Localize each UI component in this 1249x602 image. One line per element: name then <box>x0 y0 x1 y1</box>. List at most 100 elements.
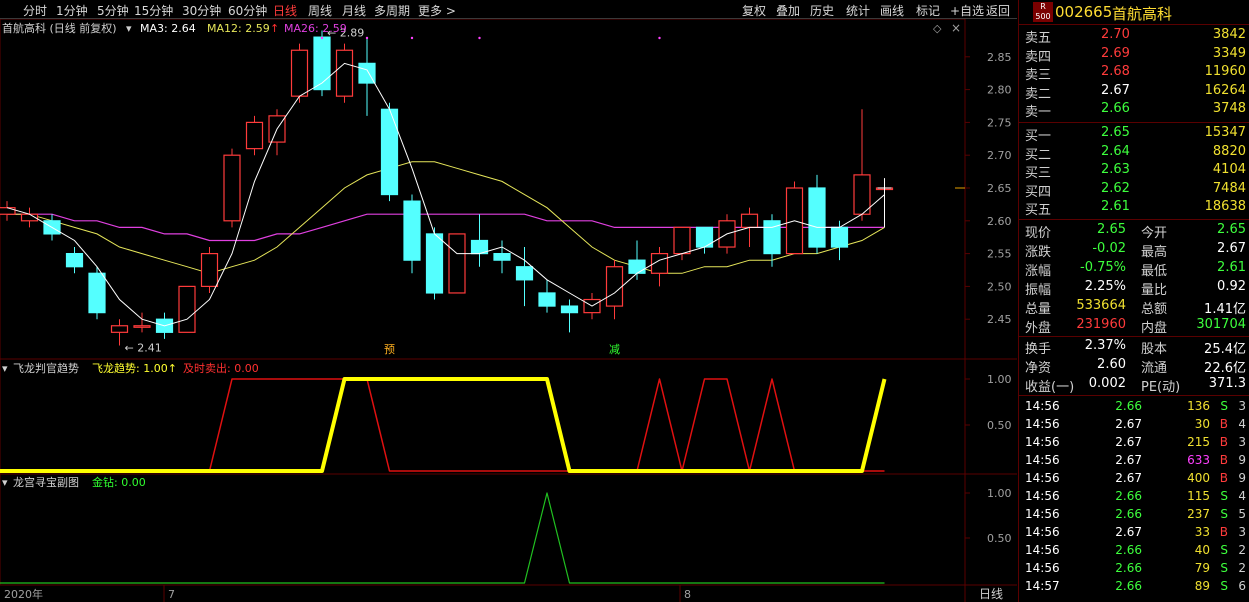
candle-body <box>380 108 399 196</box>
bid-price: 2.61 <box>1101 199 1130 215</box>
day-button[interactable]: 日线 <box>979 587 1003 601</box>
toolbar-action-2[interactable]: 历史 <box>810 2 834 19</box>
toolbar-action-1[interactable]: 叠加 <box>776 2 800 19</box>
sub2-dropdown-icon: ▾ <box>2 476 8 489</box>
ask-price: 2.70 <box>1101 27 1130 42</box>
stats-row: 涨跌 -0.02 最高 2.67 <box>1019 240 1249 260</box>
stat-value: 533664 <box>1076 298 1126 313</box>
candle-body <box>88 272 106 314</box>
candle-body <box>290 49 309 97</box>
candle-body <box>448 233 466 294</box>
tick-volume: 89 <box>1194 579 1210 593</box>
tick-row[interactable]: 14:57 2.66 89 S 6 <box>1019 578 1249 596</box>
sell-line <box>0 378 885 472</box>
ask-label: 卖一 <box>1025 105 1052 121</box>
tick-row[interactable]: 14:56 2.67 400 B 9 <box>1019 470 1249 488</box>
sub2-legend-name: 龙宫寻宝副图 <box>13 475 79 489</box>
candle-body <box>853 174 871 215</box>
kline-chart[interactable]: 2.85 2.80 2.75 2.70 2.65 2.60 2.55 2.50 2.45 ← 2.… <box>0 19 1017 602</box>
ask-price: 2.66 <box>1101 101 1130 117</box>
ask-label: 卖五 <box>1025 31 1052 46</box>
period-1[interactable]: 1分钟 <box>56 2 88 19</box>
period-toolbar: 分时 1分钟 5分钟 15分钟 30分钟 60分钟 日线 周线 月线 多周期 更多 > 复权 叠加 历史统… <box>0 0 1017 19</box>
stat-label: 总量 <box>1025 302 1052 317</box>
candle-body <box>808 187 826 248</box>
period-4[interactable]: 30分钟 <box>182 2 221 19</box>
stock-code: 002665 <box>1055 3 1113 21</box>
toolbar-action-0[interactable]: 复权 <box>742 2 766 19</box>
stat-label: 总额 <box>1141 302 1168 317</box>
bid-price: 2.62 <box>1101 180 1130 196</box>
period-7[interactable]: 周线 <box>308 2 332 19</box>
tick-side: S <box>1220 399 1228 413</box>
tick-count: 4 <box>1238 417 1246 431</box>
bid-row: 买五 2.61 18638 <box>1019 198 1249 218</box>
tick-row[interactable]: 14:56 2.66 136 S 3 <box>1019 398 1249 416</box>
tick-price: 2.66 <box>1115 507 1142 521</box>
stat-label: 最高 <box>1141 245 1168 260</box>
tick-price: 2.67 <box>1115 417 1142 431</box>
period-9[interactable]: 多周期 <box>374 2 410 19</box>
stat-value: 2.25% <box>1084 279 1126 294</box>
toolbar-action-5[interactable]: 标记 <box>916 2 940 19</box>
period-5[interactable]: 60分钟 <box>228 2 267 19</box>
candle-body <box>740 213 759 228</box>
bid-label: 买二 <box>1025 147 1052 163</box>
stats-row: 现价 2.65 今开 2.65 <box>1019 221 1249 241</box>
stock-name: 首航高科 <box>1112 5 1173 23</box>
stat-value: -0.02 <box>1092 241 1126 256</box>
toolbar-action-4[interactable]: 画线 <box>880 2 904 19</box>
period-10[interactable]: 更多 > <box>418 2 456 19</box>
legend-dropdown-icon: ▾ <box>126 22 132 35</box>
tick-row[interactable]: 14:56 2.66 115 S 4 <box>1019 488 1249 506</box>
ask-volume: 3842 <box>1212 27 1246 42</box>
stat-value: 2.37% <box>1084 338 1126 353</box>
tick-row[interactable]: 14:56 2.67 33 B 3 <box>1019 524 1249 542</box>
tick-price: 2.66 <box>1115 561 1142 575</box>
candle-body <box>200 253 219 288</box>
tick-row[interactable]: 14:56 2.67 30 B 4 <box>1019 416 1249 434</box>
tick-count: 2 <box>1238 561 1246 575</box>
stat-value: 0.92 <box>1217 279 1246 294</box>
bid-price: 2.65 <box>1101 125 1130 140</box>
tick-side: S <box>1220 579 1228 593</box>
stat-label: PE(动) <box>1141 380 1181 395</box>
candle-body <box>830 226 849 248</box>
sub2-tick-label: 1.00 <box>987 487 1012 500</box>
tick-row[interactable]: 14:56 2.66 237 S 5 <box>1019 506 1249 524</box>
period-8[interactable]: 月线 <box>342 2 366 19</box>
signal-dot <box>320 36 324 40</box>
price-tick-label: 2.65 <box>987 182 1012 195</box>
toolbar-action-7[interactable]: 返回 <box>986 2 1010 19</box>
bid-row: 买三 2.63 4104 <box>1019 161 1249 181</box>
toolbar-action-6[interactable]: +自选 <box>950 2 984 19</box>
period-0[interactable]: 分时 <box>23 2 47 19</box>
ask-price: 2.69 <box>1101 45 1130 61</box>
tick-row[interactable]: 14:56 2.66 79 S 2 <box>1019 560 1249 578</box>
ask-row: 卖四 2.69 3349 <box>1019 45 1249 65</box>
ask-volume: 16264 <box>1204 82 1246 98</box>
ask-row: 卖三 2.68 11960 <box>1019 63 1249 83</box>
period-6[interactable]: 日线 <box>273 2 297 19</box>
candle-body <box>673 226 691 255</box>
signal-dot <box>410 36 414 40</box>
tick-time: 14:56 <box>1025 543 1060 557</box>
tick-row[interactable]: 14:56 2.67 633 B 9 <box>1019 452 1249 470</box>
candle-body <box>560 305 579 314</box>
stat-value: 371.3 <box>1208 376 1246 391</box>
tick-count: 9 <box>1238 453 1246 467</box>
main-legend-name: 首航高科 (日线 前复权) <box>2 21 117 35</box>
candle-body <box>223 154 241 222</box>
period-3[interactable]: 15分钟 <box>134 2 173 19</box>
stats-separator <box>1019 219 1249 220</box>
bid-row: 买一 2.65 15347 <box>1019 124 1249 144</box>
tick-volume: 115 <box>1187 489 1210 503</box>
tick-volume: 79 <box>1194 561 1210 575</box>
stats-row: 收益(一) 0.002 PE(动) 371.3 <box>1019 375 1249 395</box>
tick-row[interactable]: 14:56 2.66 40 S 2 <box>1019 542 1249 560</box>
period-2[interactable]: 5分钟 <box>97 2 129 19</box>
tick-row[interactable]: 14:56 2.67 215 B 3 <box>1019 434 1249 452</box>
ma3-line <box>6 62 885 327</box>
toolbar-action-3[interactable]: 统计 <box>846 2 870 19</box>
price-tick-label: 2.55 <box>987 248 1012 261</box>
